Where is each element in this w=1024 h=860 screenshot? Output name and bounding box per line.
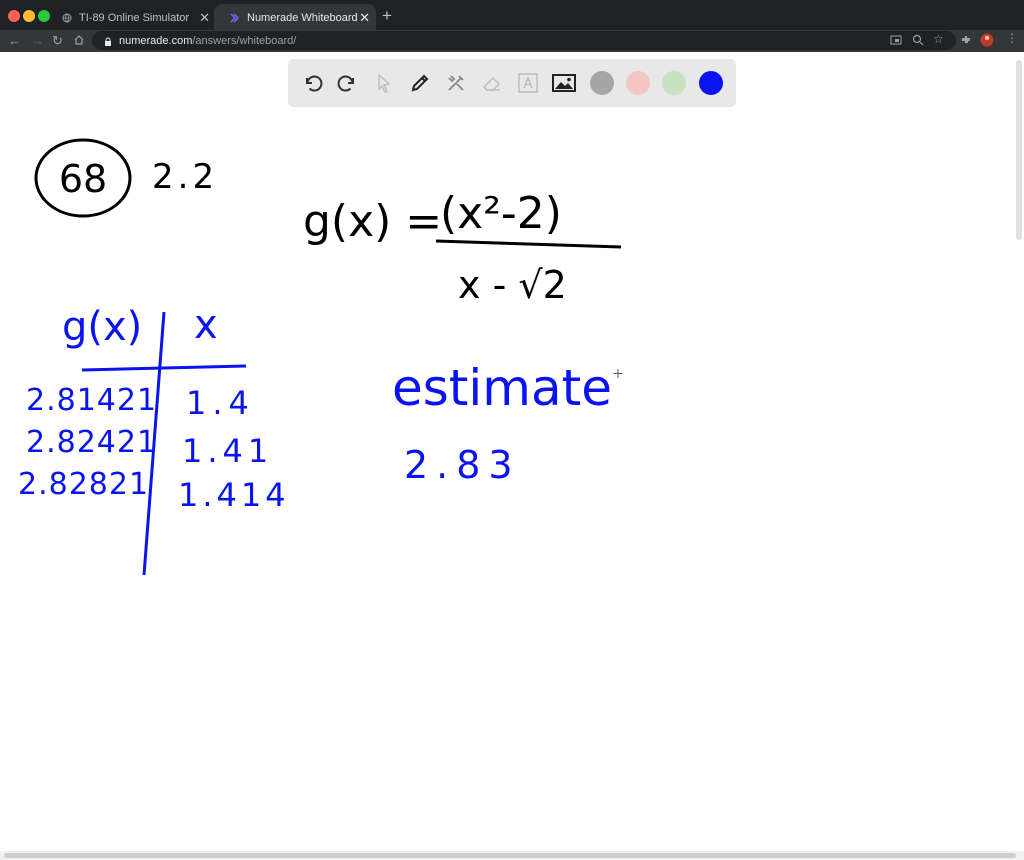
fraction-bar: [435, 239, 622, 249]
g-value-row3: 2.82821: [18, 467, 149, 502]
ink-layer: 68 2.2 g(x) = (x²-2) x - √2 g(x) x 2.814…: [18, 138, 623, 576]
function-lhs: g(x) =: [303, 196, 442, 247]
section-number: 2.2: [152, 157, 218, 197]
horizontal-scrollbar[interactable]: [4, 853, 1016, 858]
crosshair-cursor-icon: [613, 369, 623, 378]
estimate-label: estimate: [392, 359, 612, 417]
table-horizontal-line: [81, 364, 247, 372]
function-numerator: (x²-2): [440, 188, 562, 239]
x-value-row2: 1.41: [182, 432, 273, 470]
problem-number: 68: [59, 157, 107, 201]
table-header-x: x: [194, 302, 218, 348]
table-header-gx: g(x): [62, 304, 142, 350]
x-value-row1: 1.4: [186, 384, 255, 422]
vertical-scrollbar[interactable]: [1016, 60, 1022, 240]
g-value-row1: 2.81421: [26, 383, 157, 418]
function-denominator: x - √2: [458, 263, 567, 307]
g-value-row2: 2.82421: [26, 425, 157, 460]
x-value-row3: 1.414: [178, 476, 290, 514]
estimate-value: 2.83: [404, 443, 521, 487]
